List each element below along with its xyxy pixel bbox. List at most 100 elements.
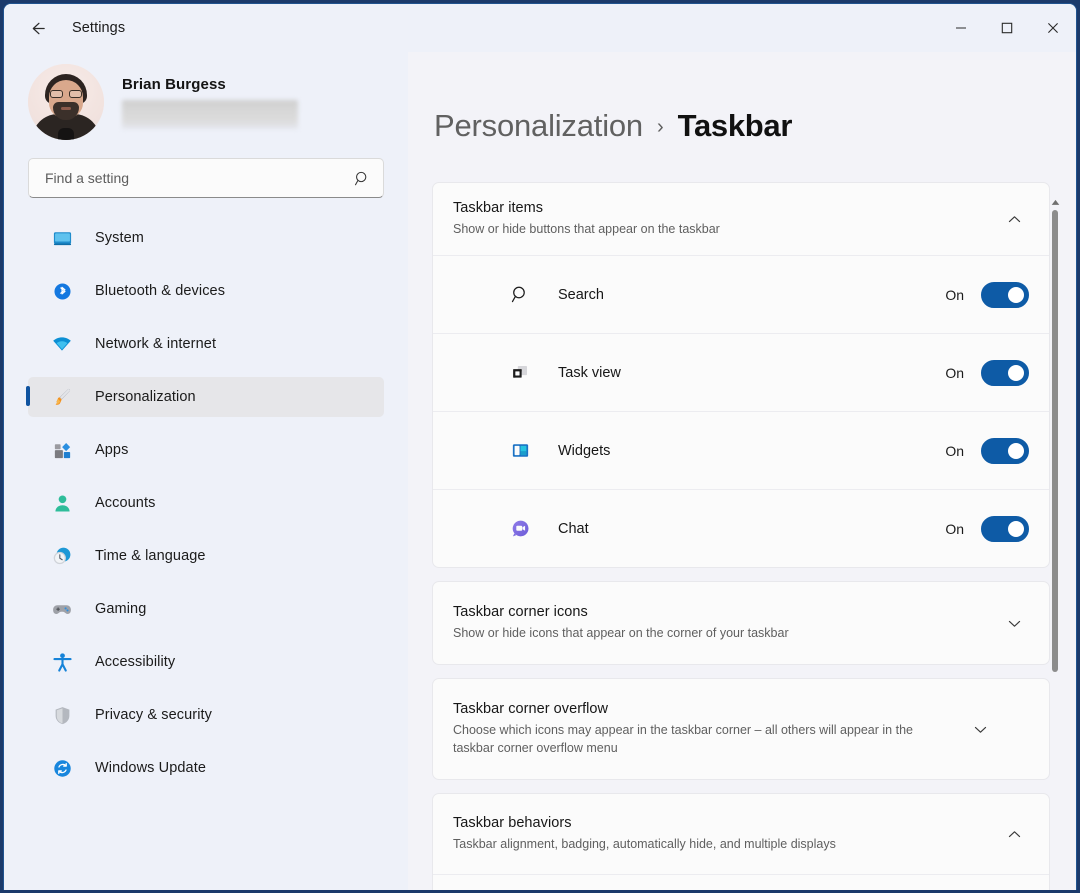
sidebar-item-gaming[interactable]: Gaming	[28, 589, 384, 629]
row-state: On	[945, 365, 964, 381]
row-label: Task view	[558, 365, 945, 381]
card-taskbar-items: Taskbar items Show or hide buttons that …	[432, 182, 1050, 568]
sidebar-item-apps[interactable]: Apps	[28, 430, 384, 470]
sidebar-item-label: Time & language	[95, 548, 206, 564]
back-button[interactable]	[20, 11, 54, 45]
taskbar-behaviors-header[interactable]: Taskbar behaviors Taskbar alignment, bad…	[433, 794, 1049, 874]
sidebar-item-windows-update[interactable]: Windows Update	[28, 748, 384, 788]
chevron-down-icon[interactable]	[965, 714, 995, 744]
account-text: Brian Burgess	[122, 76, 298, 129]
sidebar-item-label: Accounts	[95, 495, 155, 511]
window-controls	[938, 4, 1076, 52]
scrollbar-thumb[interactable]	[1052, 210, 1058, 672]
section-subtitle: Show or hide icons that appear on the co…	[453, 624, 987, 642]
row-widgets[interactable]: Widgets On	[433, 411, 1049, 489]
search-box[interactable]	[28, 158, 384, 198]
close-button[interactable]	[1030, 4, 1076, 52]
section-title: Taskbar corner overflow	[453, 701, 953, 717]
bluetooth-icon	[50, 279, 74, 303]
chevron-up-icon[interactable]	[999, 819, 1029, 849]
sidebar-item-label: Accessibility	[95, 654, 175, 670]
minimize-icon	[955, 22, 967, 34]
main-content: Personalization › Taskbar Taskbar items …	[408, 52, 1076, 890]
sidebar-item-bluetooth-devices[interactable]: Bluetooth & devices	[28, 271, 384, 311]
search-glass-icon	[508, 283, 532, 307]
main-scrollbar[interactable]	[1048, 192, 1062, 890]
toggle-chat[interactable]	[981, 516, 1029, 542]
sidebar-item-label: System	[95, 230, 144, 246]
account-email-redacted	[122, 100, 298, 129]
section-title: Taskbar items	[453, 200, 987, 216]
row-task-view[interactable]: Task view On	[433, 333, 1049, 411]
sidebar-item-network-internet[interactable]: Network & internet	[28, 324, 384, 364]
toggle-task-view[interactable]	[981, 360, 1029, 386]
minimize-button[interactable]	[938, 4, 984, 52]
breadcrumb-separator: ›	[657, 116, 664, 139]
clock-globe-icon	[50, 544, 74, 568]
apps-icon	[50, 438, 74, 462]
card-taskbar-corner-icons: Taskbar corner icons Show or hide icons …	[432, 581, 1050, 665]
title-bar: Settings	[4, 4, 1076, 52]
section-subtitle: Show or hide buttons that appear on the …	[453, 220, 987, 238]
update-refresh-icon	[50, 756, 74, 780]
sidebar-item-system[interactable]: System	[28, 218, 384, 258]
wifi-icon	[50, 332, 74, 356]
window-body: Brian Burgess	[4, 52, 1076, 890]
row-label: Widgets	[558, 443, 945, 459]
sidebar-item-label: Network & internet	[95, 336, 216, 352]
breadcrumb: Personalization › Taskbar	[432, 52, 1076, 144]
settings-scroll-area: Taskbar items Show or hide buttons that …	[432, 182, 1076, 890]
sidebar-item-label: Personalization	[95, 389, 196, 405]
account-card[interactable]: Brian Burgess	[4, 52, 408, 130]
app-title: Settings	[72, 20, 125, 36]
chevron-up-icon[interactable]	[999, 204, 1029, 234]
maximize-icon	[1001, 22, 1013, 34]
row-search[interactable]: Search On	[433, 255, 1049, 333]
person-icon	[50, 491, 74, 515]
chat-icon	[508, 517, 532, 541]
sidebar-item-label: Bluetooth & devices	[95, 283, 225, 299]
paintbrush-icon	[50, 385, 74, 409]
taskbar-corner-overflow-header[interactable]: Taskbar corner overflow Choose which ico…	[433, 679, 1049, 779]
toggle-widgets[interactable]	[981, 438, 1029, 464]
scroll-up-arrow-icon[interactable]	[1048, 196, 1062, 208]
sidebar-item-personalization[interactable]: Personalization	[28, 377, 384, 417]
row-state: On	[945, 521, 964, 537]
breadcrumb-parent[interactable]: Personalization	[434, 108, 643, 144]
sidebar-item-time-language[interactable]: Time & language	[28, 536, 384, 576]
taskbar-corner-icons-header[interactable]: Taskbar corner icons Show or hide icons …	[433, 582, 1049, 664]
sidebar-item-accessibility[interactable]: Accessibility	[28, 642, 384, 682]
section-title: Taskbar corner icons	[453, 604, 987, 620]
card-taskbar-corner-overflow: Taskbar corner overflow Choose which ico…	[432, 678, 1050, 780]
widgets-icon	[508, 439, 532, 463]
search-container	[4, 130, 408, 198]
chevron-down-icon[interactable]	[999, 608, 1029, 638]
section-subtitle: Taskbar alignment, badging, automaticall…	[453, 835, 987, 853]
row-label: Search	[558, 287, 945, 303]
monitor-icon	[50, 226, 74, 250]
search-icon	[354, 170, 371, 187]
gamepad-icon	[50, 597, 74, 621]
row-chat[interactable]: Chat On	[433, 489, 1049, 567]
page-title: Taskbar	[678, 108, 793, 144]
sidebar-item-label: Gaming	[95, 601, 146, 617]
section-subtitle: Choose which icons may appear in the tas…	[453, 721, 953, 757]
back-arrow-icon	[28, 19, 47, 38]
sidebar-item-privacy-security[interactable]: Privacy & security	[28, 695, 384, 735]
sidebar-nav: System Bluetooth & devices	[4, 218, 408, 788]
toggle-search[interactable]	[981, 282, 1029, 308]
settings-cards: Taskbar items Show or hide buttons that …	[432, 182, 1050, 890]
search-input[interactable]	[43, 169, 354, 187]
accessibility-icon	[50, 650, 74, 674]
row-taskbar-alignment[interactable]: Taskbar alignment Center	[433, 874, 1049, 890]
row-state: On	[945, 287, 964, 303]
maximize-button[interactable]	[984, 4, 1030, 52]
taskbar-items-header[interactable]: Taskbar items Show or hide buttons that …	[433, 183, 1049, 255]
sidebar-item-accounts[interactable]: Accounts	[28, 483, 384, 523]
row-label: Chat	[558, 521, 945, 537]
avatar	[28, 64, 104, 140]
task-view-icon	[508, 361, 532, 385]
sidebar-item-label: Privacy & security	[95, 707, 212, 723]
sidebar-item-label: Windows Update	[95, 760, 206, 776]
account-name: Brian Burgess	[122, 76, 298, 93]
